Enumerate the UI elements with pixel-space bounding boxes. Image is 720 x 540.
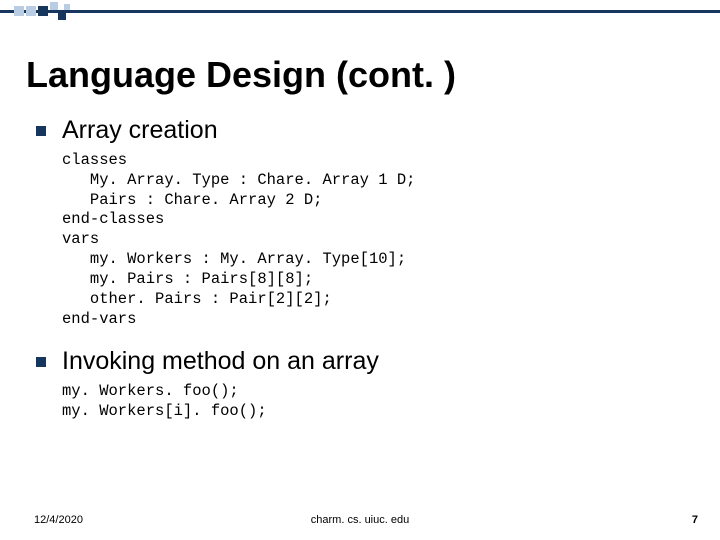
decorative-square <box>58 12 66 20</box>
slide-title: Language Design (cont. ) <box>26 54 456 96</box>
decorative-square <box>26 6 36 16</box>
decorative-square <box>38 6 48 16</box>
code-block: my. Workers. foo(); my. Workers[i]. foo(… <box>62 382 676 422</box>
slide-content: Array creation classes My. Array. Type :… <box>36 116 676 440</box>
bullet-label: Array creation <box>62 116 218 145</box>
code-block: classes My. Array. Type : Chare. Array 1… <box>62 151 676 329</box>
decorative-square <box>50 2 58 10</box>
decorative-square <box>64 4 70 10</box>
slide-footer: 12/4/2020 charm. cs. uiuc. edu 7 <box>0 510 720 526</box>
decorative-square <box>14 6 24 16</box>
footer-page-number: 7 <box>692 514 698 526</box>
bullet-icon <box>36 357 46 367</box>
decorative-header <box>0 0 720 28</box>
bullet-icon <box>36 126 46 136</box>
bullet-point: Invoking method on an array <box>36 347 676 376</box>
bullet-label: Invoking method on an array <box>62 347 379 376</box>
footer-source: charm. cs. uiuc. edu <box>0 514 720 526</box>
bullet-point: Array creation <box>36 116 676 145</box>
decorative-line <box>0 10 720 13</box>
